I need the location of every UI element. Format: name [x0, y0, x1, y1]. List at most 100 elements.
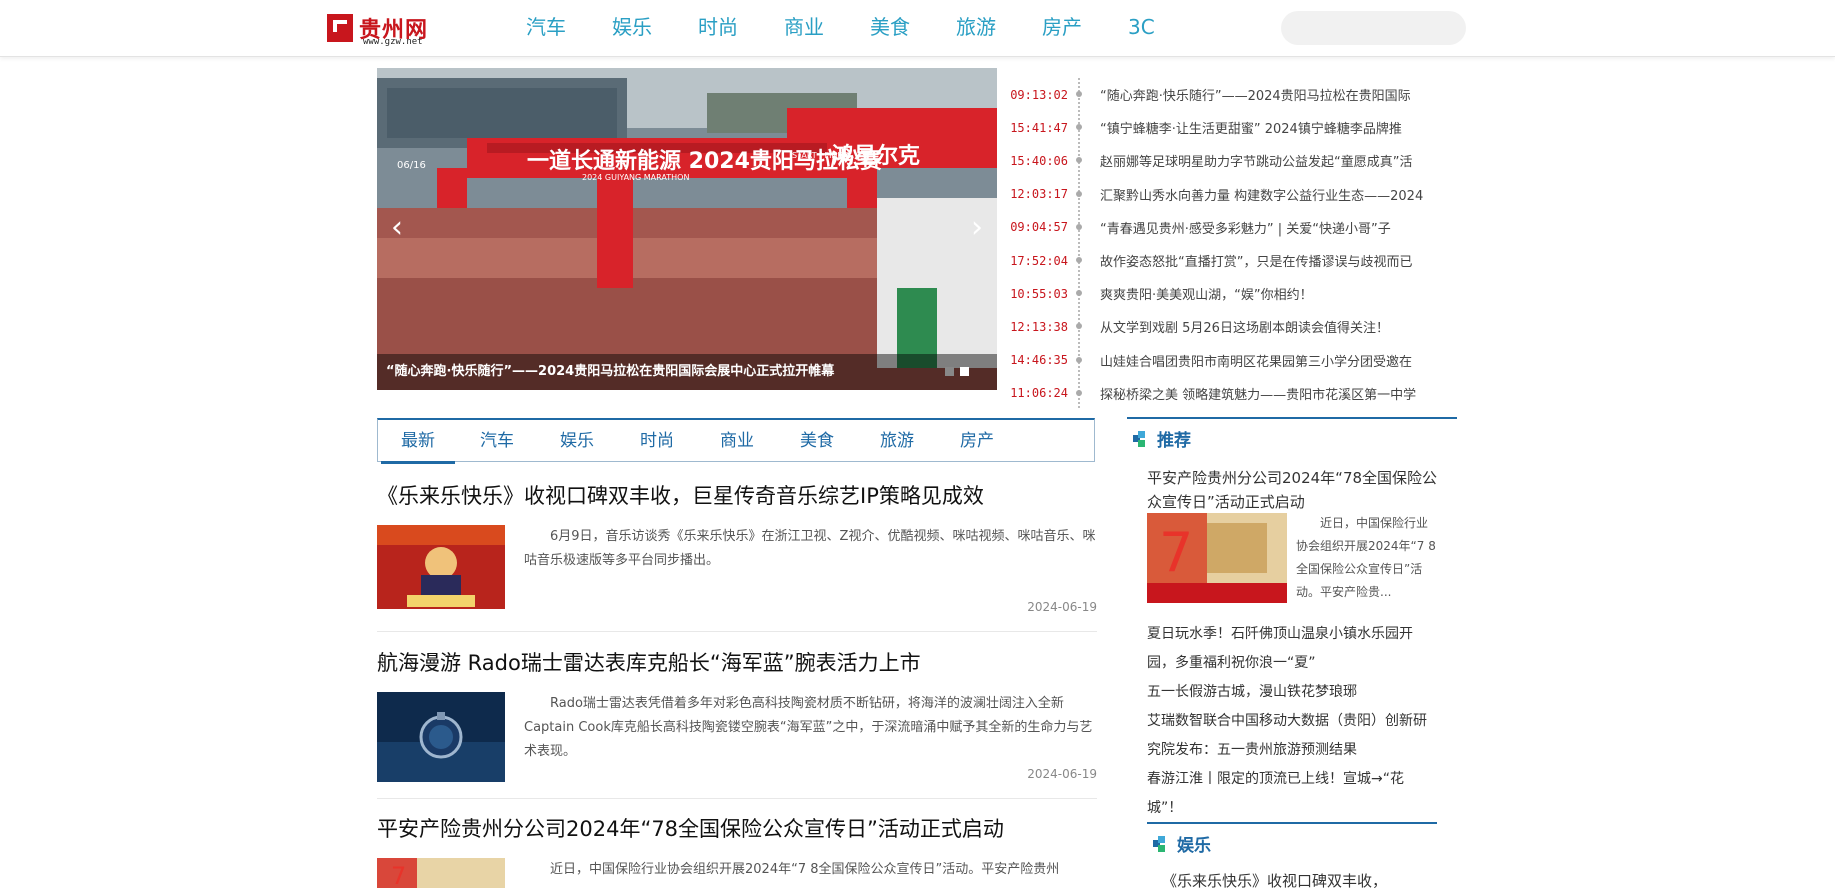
tab-fashion[interactable]: 时尚 [640, 420, 674, 462]
recommend-list: 夏日玩水季！石阡佛顶山温泉小镇水乐园开园，多重福利祝你浪一“夏” 五一长假游古城… [1147, 620, 1437, 823]
nav-item-auto[interactable]: 汽车 [526, 12, 566, 42]
timeline-dot [1076, 190, 1082, 197]
section-squares-icon [1133, 431, 1149, 447]
timeline-item[interactable]: 12:03:17 汇聚黔山秀水向善力量 构建数字公益行业生态——2024 [1010, 178, 1460, 211]
slide-caption[interactable]: “随心奔跑·快乐随行”——2024贵阳马拉松在贵阳国际会展中心正式拉开帷幕 [377, 354, 997, 390]
tab-business[interactable]: 商业 [720, 420, 754, 462]
nav-item-travel[interactable]: 旅游 [956, 12, 996, 42]
article-item: 《乐来乐快乐》收视口碑双丰收，巨星传奇音乐综艺IP策略见成效 6月9日，音乐访谈… [377, 480, 1097, 632]
timeline-link[interactable]: “镇宁蜂糖李·让生活更甜蜜” 2024镇宁蜂糖李品牌推 [1100, 118, 1460, 137]
article-divider [377, 631, 1097, 632]
recommend-summary: 近日，中国保险行业协会组织开展2024年“7 8全国保险公众宣传日”活动。平安产… [1296, 516, 1436, 599]
article-summary: 近日，中国保险行业协会组织开展2024年“7 8全国保险公众宣传日”活动。平安产… [550, 862, 1060, 877]
timeline-link[interactable]: “随心奔跑·快乐随行”——2024贵阳马拉松在贵阳国际 [1100, 85, 1460, 104]
timeline-item[interactable]: 12:13:38 从文学到戏剧 5月26日这场剧本朗读会值得关注！ [1010, 310, 1460, 343]
timeline-dot [1076, 290, 1082, 297]
nav-item-business[interactable]: 商业 [784, 12, 824, 42]
article-thumbnail[interactable] [377, 692, 505, 782]
article-title[interactable]: 平安产险贵州分公司2024年“78全国保险公众宣传日”活动正式启动 [377, 813, 1097, 843]
recommend-title: 推荐 [1157, 431, 1191, 451]
timeline-link[interactable]: 故作姿态怒批“直播打赏”，只是在传播谬误与歧视而已 [1100, 251, 1460, 270]
timeline-item[interactable]: 10:55:03 爽爽贵阳·美美观山湖，“娱”你相约！ [1010, 277, 1460, 310]
timeline-dot [1076, 323, 1082, 330]
timeline-time: 15:41:47 [1010, 120, 1068, 135]
timeline-link[interactable]: 从文学到戏剧 5月26日这场剧本朗读会值得关注！ [1100, 317, 1460, 336]
timeline-link[interactable]: 赵丽娜等足球明星助力字节跳动公益发起“童愿成真”活 [1100, 151, 1460, 170]
recommend-list-item[interactable]: 五一长假游古城，漫山铁花梦琅琊 [1147, 678, 1437, 707]
recommend-list-item[interactable]: 艾瑞数智联合中国移动大数据（贵阳）创新研究院发布：五一贵州旅游预测结果 [1147, 707, 1437, 765]
section-squares-icon [1153, 836, 1169, 852]
article-title[interactable]: 航海漫游 Rado瑞士雷达表库克船长“海军蓝”腕表活力上市 [377, 647, 1097, 677]
site-logo[interactable]: 贵州网 www.gzw.net [327, 12, 447, 48]
main-nav: 汽车 娱乐 时尚 商业 美食 旅游 房产 3C [526, 12, 1201, 42]
recommend-list-item[interactable]: 春游江淮丨限定的顶流已上线！宣城→“花城”！ [1147, 765, 1437, 823]
svg-text:7: 7 [391, 862, 406, 888]
article-thumbnail[interactable] [377, 525, 505, 615]
article-thumbnail[interactable]: 7 [377, 858, 505, 888]
nav-item-3c[interactable]: 3C [1128, 12, 1155, 42]
svg-text:7: 7 [1159, 521, 1193, 584]
nav-item-fashion[interactable]: 时尚 [698, 12, 738, 42]
slider-prev-icon[interactable]: ‹ [387, 213, 407, 243]
slider-dot-1[interactable] [945, 367, 954, 376]
recommend-section-header: 推荐 [1127, 417, 1457, 453]
timeline-item[interactable]: 17:52:04 故作姿态怒批“直播打赏”，只是在传播谬误与歧视而已 [1010, 244, 1460, 277]
timeline-item[interactable]: 15:40:06 赵丽娜等足球明星助力字节跳动公益发起“童愿成真”活 [1010, 144, 1460, 177]
entertainment-title: 娱乐 [1177, 836, 1211, 856]
article-summary: Rado瑞士雷达表凭借着多年对彩色高科技陶瓷材质不断钻研，将海洋的波澜壮阔注入全… [524, 696, 1093, 759]
article-item: 航海漫游 Rado瑞士雷达表库克船长“海军蓝”腕表活力上市 Rado瑞士雷达表凭… [377, 647, 1097, 799]
news-timeline: 09:13:02 “随心奔跑·快乐随行”——2024贵阳马拉松在贵阳国际 15:4… [1010, 78, 1460, 410]
top-header: 贵州网 www.gzw.net 汽车 娱乐 时尚 商业 美食 旅游 房产 3C [0, 0, 1835, 57]
timeline-dot [1076, 356, 1082, 363]
timeline-item[interactable]: 09:04:57 “青春遇见贵州·感受多彩魅力” | 关爱“快递小哥”子 [1010, 211, 1460, 244]
nav-item-food[interactable]: 美食 [870, 12, 910, 42]
article-title[interactable]: 《乐来乐快乐》收视口碑双丰收，巨星传奇音乐综艺IP策略见成效 [377, 480, 1097, 510]
timeline-dot [1076, 223, 1082, 230]
slider-next-icon[interactable]: › [967, 213, 987, 243]
slide-image: 一道长通新能源 2024贵阳马拉松赛 2024 GUIYANG MARATHON… [377, 68, 997, 390]
timeline-dot [1076, 91, 1082, 97]
tab-entertainment[interactable]: 娱乐 [560, 420, 594, 462]
timeline-link[interactable]: 爽爽贵阳·美美观山湖，“娱”你相约！ [1100, 284, 1460, 303]
search-input[interactable] [1281, 11, 1466, 45]
timeline-time: 10:55:03 [1010, 286, 1068, 301]
sponsor-text: 鸿星尔克 [832, 143, 920, 169]
timeline-time: 11:06:24 [1010, 386, 1068, 401]
timeline-item[interactable]: 14:46:35 山娃娃合唱团贵阳市南明区花果园第三小学分团受邀在 [1010, 344, 1460, 377]
timeline-item[interactable]: 15:41:47 “镇宁蜂糖李·让生活更甜蜜” 2024镇宁蜂糖李品牌推 [1010, 111, 1460, 144]
headline-slider[interactable]: 一道长通新能源 2024贵阳马拉松赛 2024 GUIYANG MARATHON… [377, 68, 997, 390]
timeline-link[interactable]: 山娃娃合唱团贵阳市南明区花果园第三小学分团受邀在 [1100, 351, 1460, 370]
recommend-thumbnail[interactable]: 7 [1147, 513, 1287, 603]
timeline-link[interactable]: 汇聚黔山秀水向善力量 构建数字公益行业生态——2024 [1100, 185, 1460, 204]
timeline-time: 12:03:17 [1010, 187, 1068, 202]
article-item: 平安产险贵州分公司2024年“78全国保险公众宣传日”活动正式启动 7 近日，中… [377, 813, 1097, 888]
tab-travel[interactable]: 旅游 [880, 420, 914, 462]
nav-item-realestate[interactable]: 房产 [1042, 12, 1082, 42]
nav-item-entertainment[interactable]: 娱乐 [612, 12, 652, 42]
slider-dots [939, 367, 969, 376]
tab-realestate[interactable]: 房产 [960, 420, 994, 462]
timeline-time: 15:40:06 [1010, 153, 1068, 168]
timeline-link[interactable]: “青春遇见贵州·感受多彩魅力” | 关爱“快递小哥”子 [1100, 218, 1460, 237]
timeline-dot [1076, 157, 1082, 164]
timeline-dot [1076, 389, 1082, 396]
timeline-time: 17:52:04 [1010, 253, 1068, 268]
date-tag: 06/16 [397, 160, 426, 171]
timeline-dot [1076, 124, 1082, 131]
timeline-link[interactable]: 探秘桥梁之美 领略建筑魅力——贵阳市花溪区第一中学 [1100, 384, 1460, 403]
tab-auto[interactable]: 汽车 [480, 420, 514, 462]
timeline-dot [1076, 256, 1082, 263]
logo-url: www.gzw.net [363, 37, 423, 47]
recommend-list-item[interactable]: 夏日玩水季！石阡佛顶山温泉小镇水乐园开园，多重福利祝你浪一“夏” [1147, 620, 1437, 678]
timeline-item[interactable]: 11:06:24 探秘桥梁之美 领略建筑魅力——贵阳市花溪区第一中学 [1010, 377, 1460, 410]
tab-food[interactable]: 美食 [800, 420, 834, 462]
recommend-headline[interactable]: 平安产险贵州分公司2024年“78全国保险公众宣传日”活动正式启动 [1147, 466, 1447, 514]
timeline-time: 09:04:57 [1010, 220, 1068, 235]
timeline-time: 09:13:02 [1010, 87, 1068, 102]
entertainment-section-header: 娱乐 [1147, 822, 1437, 858]
article-date: 2024-06-19 [1027, 600, 1097, 614]
tab-latest[interactable]: 最新 [381, 420, 455, 464]
slider-dot-2[interactable] [960, 367, 969, 376]
timeline-time: 12:13:38 [1010, 319, 1068, 334]
timeline-item[interactable]: 09:13:02 “随心奔跑·快乐随行”——2024贵阳马拉松在贵阳国际 [1010, 78, 1460, 111]
